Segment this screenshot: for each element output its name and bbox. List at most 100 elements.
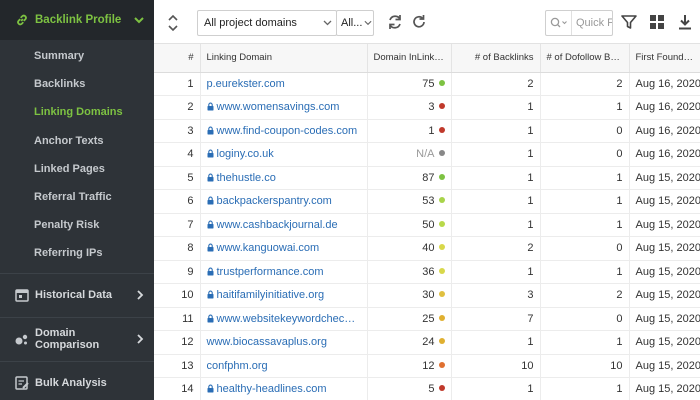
table-row[interactable]: 2 www.womensavings.com 3 1 1 Aug 16, 2020 <box>154 95 700 120</box>
column-header-domain-inlink-rank[interactable]: Domain InLink Ra... <box>367 44 452 73</box>
linking-domain-cell[interactable]: www.womensavings.com <box>200 95 368 120</box>
linking-domain-cell[interactable]: www.kanguowai.com <box>200 236 368 261</box>
linking-domain-cell[interactable]: backpackerspantry.com <box>200 189 368 214</box>
sidebar-item-backlinks[interactable]: Backlinks <box>0 70 154 98</box>
column-header-linking-domain[interactable]: Linking Domain <box>200 44 368 73</box>
table-row[interactable]: 7 www.cashbackjournal.de 50 1 1 Aug 15, 2020 <box>154 213 700 237</box>
linking-domain-cell[interactable]: confphm.org <box>200 354 368 378</box>
linking-domain-link[interactable]: p.eurekster.com <box>207 78 285 90</box>
linking-domain-cell[interactable]: healthy-headlines.com <box>200 377 368 400</box>
download-icon[interactable] <box>676 13 694 31</box>
first-found-date-cell: Aug 15, 2020 <box>629 166 700 190</box>
linking-domain-link[interactable]: www.womensavings.com <box>217 101 340 113</box>
backlinks-cell: 2 <box>451 236 541 261</box>
table-row[interactable]: 12 www.biocassavaplus.org 24 1 1 Aug 15, 2020 <box>154 330 700 355</box>
dofollow-cell: 0 <box>540 142 630 167</box>
linking-domain-cell[interactable]: www.biocassavaplus.org <box>200 330 368 355</box>
table-row[interactable]: 8 www.kanguowai.com 40 2 0 Aug 15, 2020 <box>154 236 700 261</box>
backlinks-cell: 1 <box>451 119 541 143</box>
linking-domain-cell[interactable]: haitifamilyinitiative.org <box>200 283 368 308</box>
sidebar-item-anchor-texts[interactable]: Anchor Texts <box>0 127 154 155</box>
linking-domain-link[interactable]: www.websitekeywordchecker.c... <box>217 313 367 325</box>
linking-domain-link[interactable]: loginy.co.uk <box>217 148 274 160</box>
inlink-rank-value: 36 <box>422 265 435 278</box>
linking-domain-cell[interactable]: www.cashbackjournal.de <box>200 213 368 237</box>
lock-icon <box>207 102 213 111</box>
table-row[interactable]: 9 trustperformance.com 36 1 1 Aug 15, 2020 <box>154 260 700 284</box>
sidebar-item-linked-pages[interactable]: Linked Pages <box>0 155 154 183</box>
backlinks-cell: 1 <box>451 166 541 190</box>
linking-domain-link[interactable]: trustperformance.com <box>217 266 324 278</box>
table-row[interactable]: 5 thehustle.co 87 1 1 Aug 15, 2020 <box>154 166 700 190</box>
reload-icon[interactable] <box>410 13 428 31</box>
column-header-dofollow-backlinks[interactable]: # of Dofollow Ba... <box>540 44 630 73</box>
linking-domain-link[interactable]: www.kanguowai.com <box>217 242 320 254</box>
row-index: 11 <box>154 307 201 331</box>
table-header-row: # Linking Domain Domain InLink Ra... # o… <box>154 44 700 73</box>
linking-domain-link[interactable]: haitifamilyinitiative.org <box>217 289 325 301</box>
linking-domain-cell[interactable]: p.eurekster.com <box>200 72 368 96</box>
rank-status-dot <box>438 150 445 157</box>
row-index: 1 <box>154 72 201 96</box>
grid-icon[interactable] <box>648 13 666 31</box>
sidebar-item-summary[interactable]: Summary <box>0 42 154 70</box>
inlink-rank-cell: 1 <box>367 119 452 143</box>
quick-filter-input[interactable] <box>572 12 612 34</box>
first-found-date-cell: Aug 15, 2020 <box>629 213 700 237</box>
row-index: 7 <box>154 213 201 237</box>
sort-icon[interactable] <box>166 12 180 34</box>
sidebar-section-bulk-analysis[interactable]: Bulk Analysis <box>0 360 154 400</box>
sidebar-item-label: Summary <box>34 50 85 63</box>
inlink-rank-value: 3 <box>428 101 435 114</box>
table-row[interactable]: 14 healthy-headlines.com 5 1 1 Aug 15, 2020 <box>154 377 700 400</box>
sidebar-item-referring-ips[interactable]: Referring IPs <box>0 239 154 267</box>
sidebar-section-historical-data[interactable]: Historical Data <box>0 272 154 317</box>
linking-domain-link[interactable]: healthy-headlines.com <box>217 383 327 395</box>
linking-domain-cell[interactable]: www.websitekeywordchecker.c... <box>200 307 368 331</box>
table-row[interactable]: 13 confphm.org 12 10 10 Aug 15, 2020 <box>154 354 700 378</box>
column-header-first-found-date[interactable]: First Found Date <box>629 44 700 73</box>
filter-icon[interactable] <box>620 13 638 31</box>
linking-domain-cell[interactable]: trustperformance.com <box>200 260 368 284</box>
chevron-down-icon <box>134 17 144 24</box>
search-icon[interactable] <box>546 11 572 35</box>
linking-domain-cell[interactable]: loginy.co.uk <box>200 142 368 167</box>
sidebar-item-referral-traffic[interactable]: Referral Traffic <box>0 183 154 211</box>
sidebar-section-domain-comparison[interactable]: Domain Comparison <box>0 316 154 361</box>
refresh-icon[interactable] <box>386 13 404 31</box>
linking-domain-link[interactable]: backpackerspantry.com <box>217 195 332 207</box>
table-row[interactable]: 4 loginy.co.uk N/A 1 0 Aug 16, 2020 <box>154 142 700 167</box>
linking-domain-link[interactable]: www.find-coupon-codes.com <box>217 125 358 137</box>
table-row[interactable]: 3 www.find-coupon-codes.com 1 1 0 Aug 16, 202… <box>154 119 700 143</box>
linking-domain-link[interactable]: www.biocassavaplus.org <box>207 336 327 348</box>
column-header-index[interactable]: # <box>154 44 201 73</box>
linking-domain-link[interactable]: confphm.org <box>207 360 268 372</box>
dofollow-cell: 10 <box>540 354 630 378</box>
sidebar-item-linking-domains[interactable]: Linking Domains <box>0 98 154 126</box>
domains-select[interactable]: All project domains <box>197 10 337 36</box>
sidebar-item-label: Anchor Texts <box>34 134 104 147</box>
first-found-date-cell: Aug 15, 2020 <box>629 236 700 261</box>
inlink-rank-cell: 24 <box>367 330 452 355</box>
backlinks-cell: 1 <box>451 330 541 355</box>
rank-status-dot <box>438 173 445 180</box>
table-row[interactable]: 1 p.eurekster.com 75 2 2 Aug 16, 2020 <box>154 72 700 96</box>
inlink-rank-value: 40 <box>422 242 435 255</box>
table-row[interactable]: 10 haitifamilyinitiative.org 30 3 2 Aug 15, 2… <box>154 283 700 308</box>
quick-filter[interactable] <box>545 10 613 36</box>
column-header-backlinks[interactable]: # of Backlinks <box>451 44 541 73</box>
linking-domain-link[interactable]: www.cashbackjournal.de <box>217 219 338 231</box>
sidebar-header-backlink-profile[interactable]: Backlink Profile <box>0 0 154 40</box>
linking-domain-cell[interactable]: thehustle.co <box>200 166 368 190</box>
linking-domain-cell[interactable]: www.find-coupon-codes.com <box>200 119 368 143</box>
table-row[interactable]: 11 www.websitekeywordchecker.c... 25 7 0 Aug … <box>154 307 700 331</box>
chevron-right-icon <box>137 334 144 344</box>
sidebar-item-penalty-risk[interactable]: Penalty Risk <box>0 211 154 239</box>
bubbles-icon <box>15 334 28 345</box>
chevron-right-icon <box>137 290 144 300</box>
table-row[interactable]: 6 backpackerspantry.com 53 1 1 Aug 15, 2020 <box>154 189 700 214</box>
linking-domain-link[interactable]: thehustle.co <box>217 172 276 184</box>
rank-status-dot <box>438 314 445 321</box>
secondary-select[interactable]: All... <box>336 10 374 36</box>
row-index: 12 <box>154 330 201 355</box>
